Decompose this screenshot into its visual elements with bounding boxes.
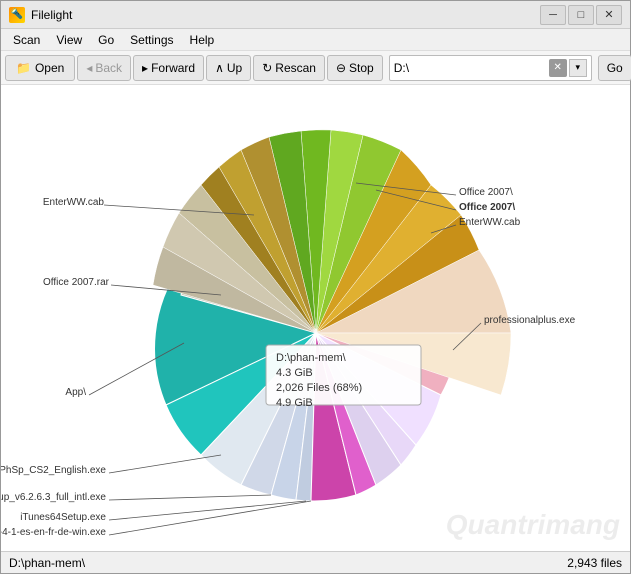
main-window: 🔦 Filelight ─ □ ✕ Scan View Go Settings …: [0, 0, 631, 574]
svg-text:camtasia-studio-8-4-1-es-en-fr: camtasia-studio-8-4-1-es-en-fr-de-win.ex…: [1, 527, 106, 538]
svg-text:4.9 GiB: 4.9 GiB: [276, 397, 313, 409]
svg-text:Office 2007\: Office 2007\: [459, 187, 513, 198]
status-bar: D:\phan-mem\ 2,943 files: [1, 551, 630, 573]
menu-go[interactable]: Go: [90, 31, 122, 49]
main-content: D:\phan-mem\ 4.3 GiB 2,026 Files (68%) 4…: [1, 85, 630, 551]
window-title: Filelight: [31, 8, 540, 22]
svg-text:App\: App\: [65, 387, 86, 398]
title-bar: 🔦 Filelight ─ □ ✕: [1, 1, 630, 29]
status-path: D:\phan-mem\: [9, 556, 85, 570]
minimize-button[interactable]: ─: [540, 5, 566, 25]
menu-view[interactable]: View: [48, 31, 90, 49]
svg-text:Office 2007\: Office 2007\: [459, 202, 515, 213]
forward-icon: ▸: [142, 61, 148, 75]
forward-button[interactable]: ▸ Forward: [133, 55, 204, 81]
up-button[interactable]: ∧ Up: [206, 55, 251, 81]
svg-text:professionalplus.exe: professionalplus.exe: [484, 315, 576, 326]
svg-text:2,026 Files (68%): 2,026 Files (68%): [276, 382, 362, 394]
up-icon: ∧: [215, 61, 224, 75]
svg-text:Office 2007.rar: Office 2007.rar: [43, 277, 110, 288]
open-icon: 📁: [16, 61, 31, 75]
svg-text:D:\phan-mem\: D:\phan-mem\: [276, 352, 347, 364]
address-input[interactable]: [394, 61, 549, 75]
menu-help[interactable]: Help: [182, 31, 223, 49]
svg-text:PhSp_CS2_English.exe: PhSp_CS2_English.exe: [1, 465, 106, 476]
go-button[interactable]: Go: [598, 55, 631, 81]
disk-chart: D:\phan-mem\ 4.3 GiB 2,026 Files (68%) 4…: [1, 85, 630, 547]
menu-scan[interactable]: Scan: [5, 31, 48, 49]
svg-text:nox_setup_v6.2.6.3_full_intl.e: nox_setup_v6.2.6.3_full_intl.exe: [1, 492, 106, 503]
stop-icon: ⊖: [336, 61, 346, 75]
svg-text:EnterWW.cab: EnterWW.cab: [459, 217, 521, 228]
open-button[interactable]: 📁 Open: [5, 55, 75, 81]
toolbar: 📁 Open ◂ Back ▸ Forward ∧ Up ↻ Rescan ⊖ …: [1, 51, 630, 85]
svg-text:EnterWW.cab: EnterWW.cab: [43, 197, 105, 208]
menu-settings[interactable]: Settings: [122, 31, 181, 49]
svg-text:iTunes64Setup.exe: iTunes64Setup.exe: [20, 512, 106, 523]
stop-button[interactable]: ⊖ Stop: [327, 55, 383, 81]
address-dropdown-button[interactable]: ▾: [569, 59, 587, 77]
close-button[interactable]: ✕: [596, 5, 622, 25]
svg-text:4.3 GiB: 4.3 GiB: [276, 367, 313, 379]
status-files: 2,943 files: [567, 556, 622, 570]
maximize-button[interactable]: □: [568, 5, 594, 25]
address-clear-button[interactable]: ✕: [549, 59, 567, 77]
rescan-button[interactable]: ↻ Rescan: [253, 55, 325, 81]
back-button[interactable]: ◂ Back: [77, 55, 131, 81]
title-controls: ─ □ ✕: [540, 5, 622, 25]
menu-bar: Scan View Go Settings Help: [1, 29, 630, 51]
address-bar: ✕ ▾: [389, 55, 592, 81]
back-icon: ◂: [86, 61, 92, 75]
rescan-icon: ↻: [262, 61, 272, 75]
app-icon: 🔦: [9, 7, 25, 23]
chart-container[interactable]: D:\phan-mem\ 4.3 GiB 2,026 Files (68%) 4…: [1, 85, 630, 551]
